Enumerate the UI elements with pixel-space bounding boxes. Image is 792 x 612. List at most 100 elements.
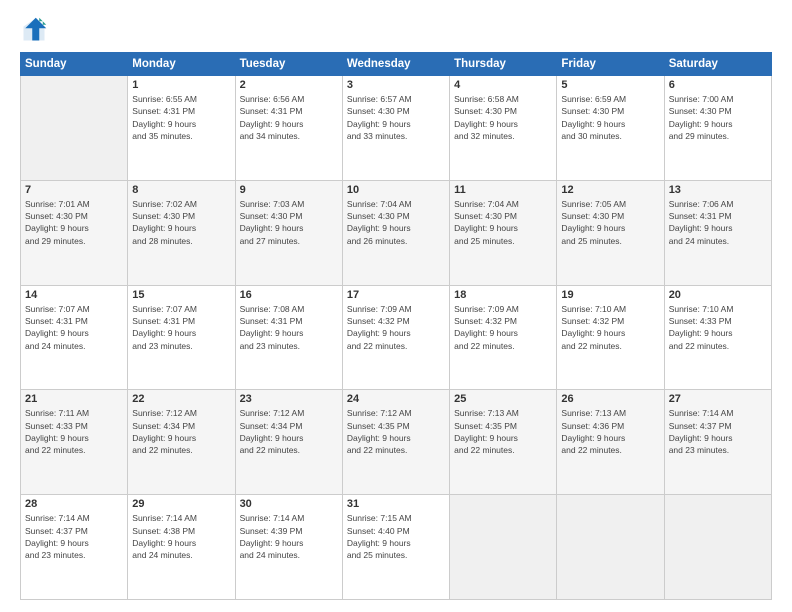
calendar-cell: 1 Sunrise: 6:55 AMSunset: 4:31 PMDaylight… — [128, 76, 235, 181]
day-number: 26 — [561, 393, 659, 405]
calendar-cell: 21 Sunrise: 7:11 AMSunset: 4:33 PMDayligh… — [21, 390, 128, 495]
day-number: 18 — [454, 289, 552, 301]
calendar-cell: 7Sunrise: 7:01 AMSunset: 4:30 PMDaylight… — [21, 180, 128, 285]
day-number: 17 — [347, 289, 445, 301]
day-number: 6 — [669, 79, 767, 91]
calendar-cell: 26 Sunrise: 7:13 AMSunset: 4:36 PMDayligh… — [557, 390, 664, 495]
day-number: 24 — [347, 393, 445, 405]
day-info: Sunrise: 7:12 AMSunset: 4:35 PMDaylight:… — [347, 407, 445, 456]
week-row-0: 1 Sunrise: 6:55 AMSunset: 4:31 PMDaylight… — [21, 76, 772, 181]
day-info: Sunrise: 7:12 AMSunset: 4:34 PMDaylight:… — [132, 407, 230, 456]
day-info: Sunrise: 6:55 AMSunset: 4:31 PMDaylight:… — [132, 93, 230, 142]
calendar-cell: 8 Sunrise: 7:02 AMSunset: 4:30 PMDaylight… — [128, 180, 235, 285]
calendar-cell: 31 Sunrise: 7:15 AMSunset: 4:40 PMDayligh… — [342, 495, 449, 600]
calendar-cell — [664, 495, 771, 600]
day-info: Sunrise: 7:05 AMSunset: 4:30 PMDaylight:… — [561, 198, 659, 247]
day-info: Sunrise: 7:14 AMSunset: 4:37 PMDaylight:… — [669, 407, 767, 456]
calendar-cell: 5 Sunrise: 6:59 AMSunset: 4:30 PMDaylight… — [557, 76, 664, 181]
calendar-cell — [450, 495, 557, 600]
day-info: Sunrise: 6:56 AMSunset: 4:31 PMDaylight:… — [240, 93, 338, 142]
day-info: Sunrise: 7:02 AMSunset: 4:30 PMDaylight:… — [132, 198, 230, 247]
weekday-header-wednesday: Wednesday — [342, 53, 449, 76]
day-info: Sunrise: 7:07 AMSunset: 4:31 PMDaylight:… — [25, 303, 123, 352]
day-number: 13 — [669, 184, 767, 196]
day-info: Sunrise: 7:14 AMSunset: 4:38 PMDaylight:… — [132, 512, 230, 561]
day-number: 15 — [132, 289, 230, 301]
day-info: Sunrise: 7:00 AMSunset: 4:30 PMDaylight:… — [669, 93, 767, 142]
calendar-cell: 18 Sunrise: 7:09 AMSunset: 4:32 PMDayligh… — [450, 285, 557, 390]
day-info: Sunrise: 7:06 AMSunset: 4:31 PMDaylight:… — [669, 198, 767, 247]
calendar-cell: 2 Sunrise: 6:56 AMSunset: 4:31 PMDaylight… — [235, 76, 342, 181]
day-number: 25 — [454, 393, 552, 405]
calendar-cell: 15Sunrise: 7:07 AMSunset: 4:31 PMDayligh… — [128, 285, 235, 390]
day-info: Sunrise: 6:59 AMSunset: 4:30 PMDaylight:… — [561, 93, 659, 142]
logo-icon — [20, 16, 48, 44]
day-number: 22 — [132, 393, 230, 405]
day-info: Sunrise: 7:09 AMSunset: 4:32 PMDaylight:… — [454, 303, 552, 352]
day-number: 20 — [669, 289, 767, 301]
calendar-cell: 29 Sunrise: 7:14 AMSunset: 4:38 PMDayligh… — [128, 495, 235, 600]
weekday-header-row: SundayMondayTuesdayWednesdayThursdayFrid… — [21, 53, 772, 76]
day-info: Sunrise: 7:13 AMSunset: 4:36 PMDaylight:… — [561, 407, 659, 456]
week-row-3: 21 Sunrise: 7:11 AMSunset: 4:33 PMDayligh… — [21, 390, 772, 495]
day-number: 12 — [561, 184, 659, 196]
calendar-cell: 3Sunrise: 6:57 AMSunset: 4:30 PMDaylight… — [342, 76, 449, 181]
logo — [20, 16, 52, 44]
calendar-cell: 4Sunrise: 6:58 AMSunset: 4:30 PMDaylight… — [450, 76, 557, 181]
calendar-cell: 27Sunrise: 7:14 AMSunset: 4:37 PMDayligh… — [664, 390, 771, 495]
calendar-cell — [557, 495, 664, 600]
day-number: 31 — [347, 498, 445, 510]
calendar-cell: 25Sunrise: 7:13 AMSunset: 4:35 PMDayligh… — [450, 390, 557, 495]
day-info: Sunrise: 7:12 AMSunset: 4:34 PMDaylight:… — [240, 407, 338, 456]
day-info: Sunrise: 7:11 AMSunset: 4:33 PMDaylight:… — [25, 407, 123, 456]
day-number: 28 — [25, 498, 123, 510]
weekday-header-thursday: Thursday — [450, 53, 557, 76]
weekday-header-tuesday: Tuesday — [235, 53, 342, 76]
calendar-cell: 14Sunrise: 7:07 AMSunset: 4:31 PMDayligh… — [21, 285, 128, 390]
day-number: 7 — [25, 184, 123, 196]
day-info: Sunrise: 7:03 AMSunset: 4:30 PMDaylight:… — [240, 198, 338, 247]
day-info: Sunrise: 6:58 AMSunset: 4:30 PMDaylight:… — [454, 93, 552, 142]
day-info: Sunrise: 7:14 AMSunset: 4:37 PMDaylight:… — [25, 512, 123, 561]
day-info: Sunrise: 7:08 AMSunset: 4:31 PMDaylight:… — [240, 303, 338, 352]
day-info: Sunrise: 7:15 AMSunset: 4:40 PMDaylight:… — [347, 512, 445, 561]
calendar-cell: 16 Sunrise: 7:08 AMSunset: 4:31 PMDayligh… — [235, 285, 342, 390]
day-number: 11 — [454, 184, 552, 196]
calendar-cell: 13 Sunrise: 7:06 AMSunset: 4:31 PMDayligh… — [664, 180, 771, 285]
calendar-cell: 10 Sunrise: 7:04 AMSunset: 4:30 PMDayligh… — [342, 180, 449, 285]
day-number: 2 — [240, 79, 338, 91]
calendar-cell: 20Sunrise: 7:10 AMSunset: 4:33 PMDayligh… — [664, 285, 771, 390]
calendar-cell: 12 Sunrise: 7:05 AMSunset: 4:30 PMDayligh… — [557, 180, 664, 285]
day-number: 9 — [240, 184, 338, 196]
calendar-cell: 6 Sunrise: 7:00 AMSunset: 4:30 PMDaylight… — [664, 76, 771, 181]
weekday-header-friday: Friday — [557, 53, 664, 76]
weekday-header-saturday: Saturday — [664, 53, 771, 76]
day-info: Sunrise: 7:09 AMSunset: 4:32 PMDaylight:… — [347, 303, 445, 352]
calendar-cell: 9 Sunrise: 7:03 AMSunset: 4:30 PMDaylight… — [235, 180, 342, 285]
day-number: 23 — [240, 393, 338, 405]
day-number: 1 — [132, 79, 230, 91]
day-number: 8 — [132, 184, 230, 196]
week-row-1: 7Sunrise: 7:01 AMSunset: 4:30 PMDaylight… — [21, 180, 772, 285]
day-number: 16 — [240, 289, 338, 301]
weekday-header-sunday: Sunday — [21, 53, 128, 76]
calendar-cell: 24 Sunrise: 7:12 AMSunset: 4:35 PMDayligh… — [342, 390, 449, 495]
week-row-4: 28 Sunrise: 7:14 AMSunset: 4:37 PMDayligh… — [21, 495, 772, 600]
day-info: Sunrise: 7:10 AMSunset: 4:32 PMDaylight:… — [561, 303, 659, 352]
calendar-cell: 17 Sunrise: 7:09 AMSunset: 4:32 PMDayligh… — [342, 285, 449, 390]
calendar-cell: 19 Sunrise: 7:10 AMSunset: 4:32 PMDayligh… — [557, 285, 664, 390]
calendar-cell: 30 Sunrise: 7:14 AMSunset: 4:39 PMDayligh… — [235, 495, 342, 600]
day-number: 5 — [561, 79, 659, 91]
day-info: Sunrise: 6:57 AMSunset: 4:30 PMDaylight:… — [347, 93, 445, 142]
day-info: Sunrise: 7:04 AMSunset: 4:30 PMDaylight:… — [347, 198, 445, 247]
day-info: Sunrise: 7:14 AMSunset: 4:39 PMDaylight:… — [240, 512, 338, 561]
day-number: 30 — [240, 498, 338, 510]
header — [20, 16, 772, 44]
day-number: 10 — [347, 184, 445, 196]
calendar-cell: 11 Sunrise: 7:04 AMSunset: 4:30 PMDayligh… — [450, 180, 557, 285]
week-row-2: 14Sunrise: 7:07 AMSunset: 4:31 PMDayligh… — [21, 285, 772, 390]
day-number: 21 — [25, 393, 123, 405]
day-number: 19 — [561, 289, 659, 301]
day-number: 29 — [132, 498, 230, 510]
day-info: Sunrise: 7:04 AMSunset: 4:30 PMDaylight:… — [454, 198, 552, 247]
